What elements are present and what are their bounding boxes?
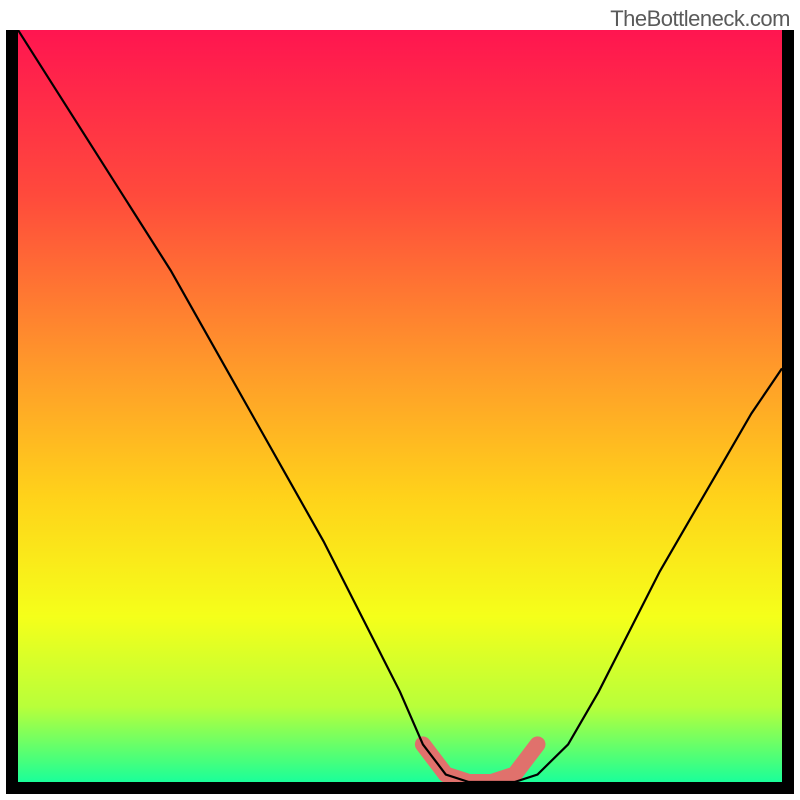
chart-container: TheBottleneck.com xyxy=(0,0,800,800)
plot-area xyxy=(6,30,794,794)
bottleneck-curve xyxy=(18,30,782,782)
watermark-text: TheBottleneck.com xyxy=(610,6,790,32)
